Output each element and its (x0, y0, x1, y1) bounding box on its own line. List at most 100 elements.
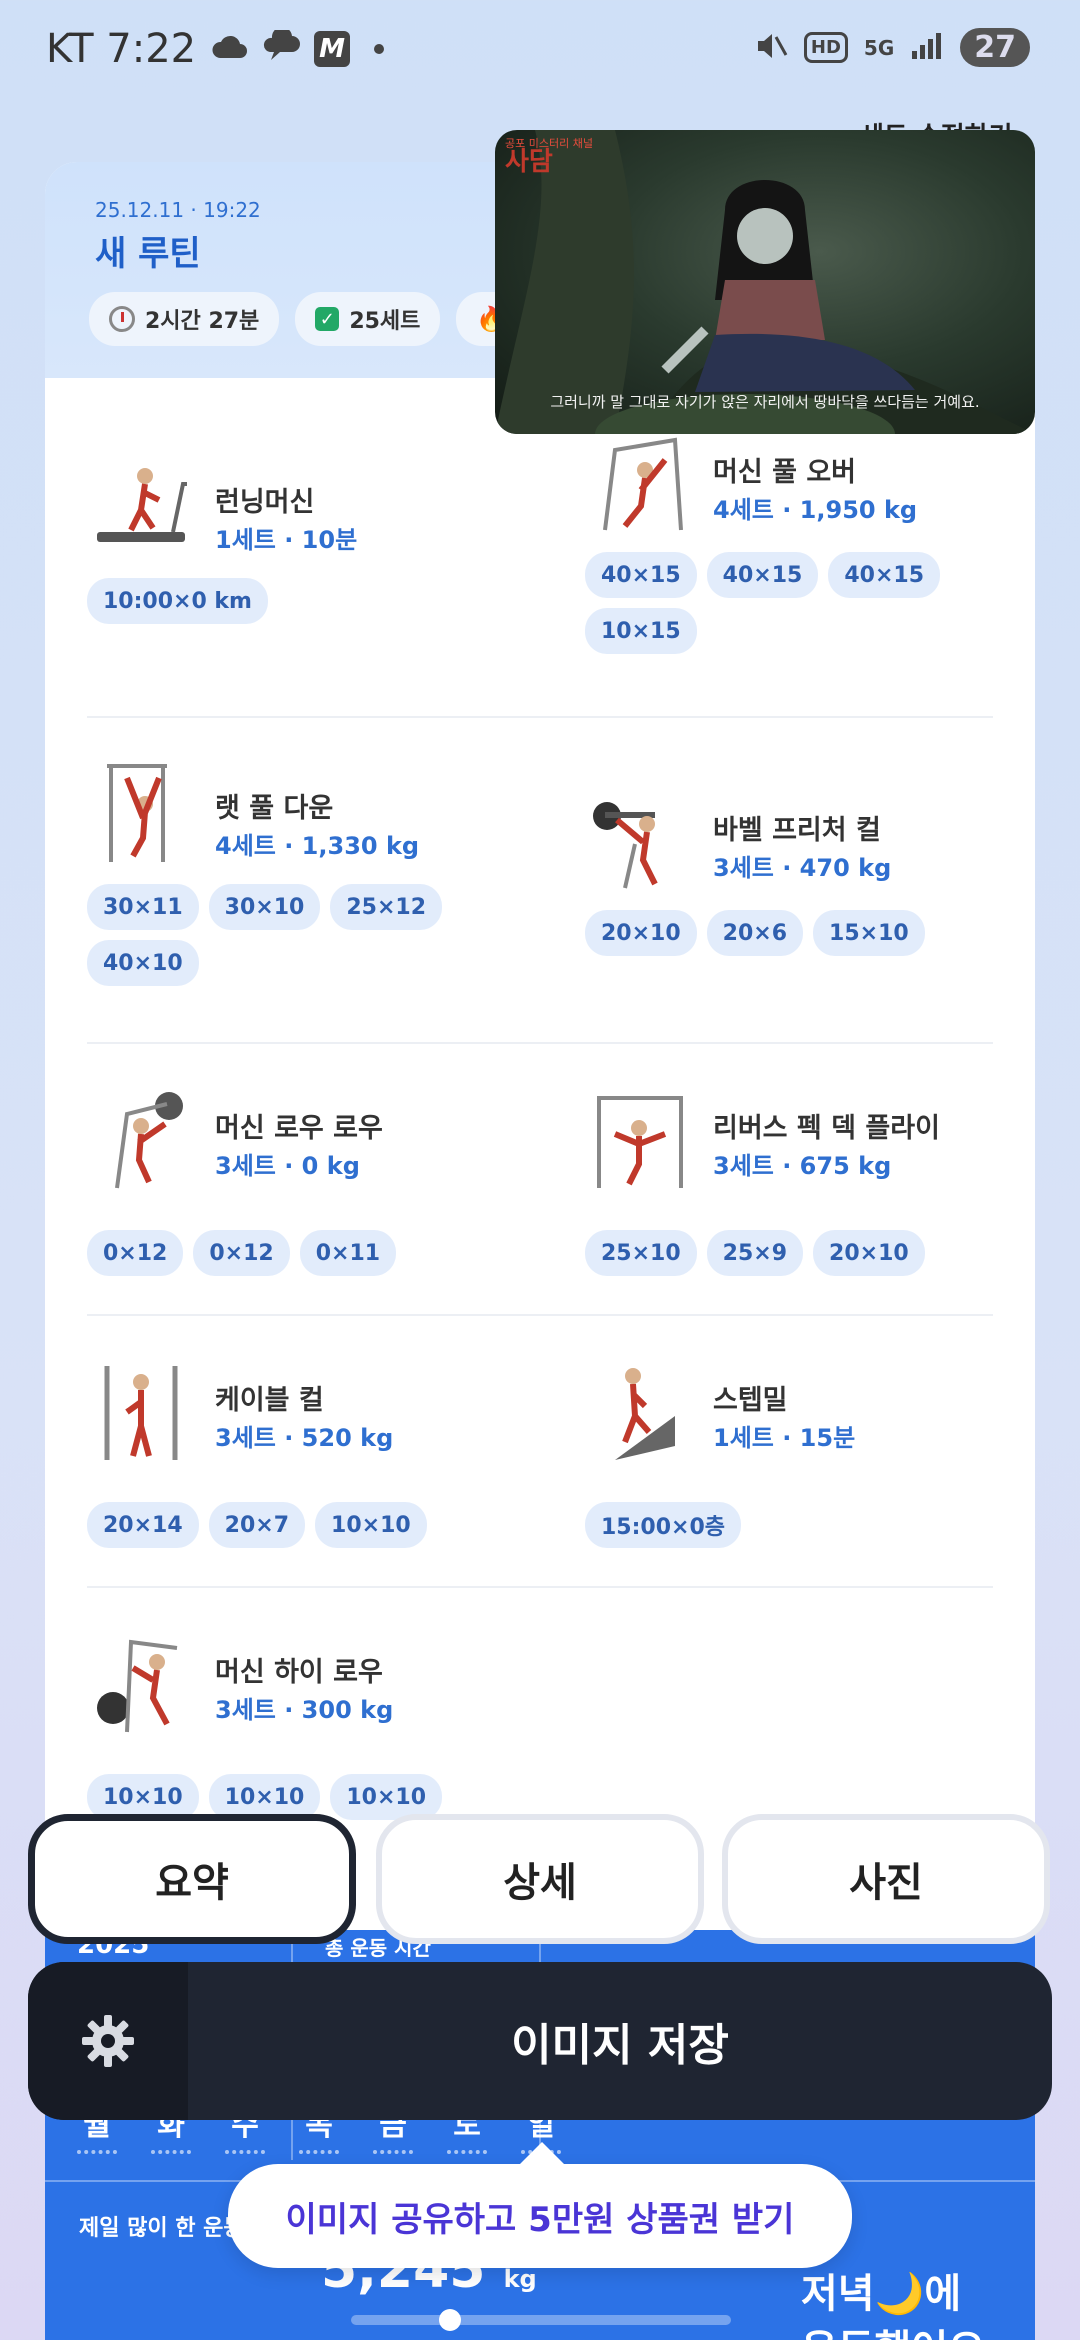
set-pill[interactable]: 40×15 (828, 552, 941, 598)
set-pill[interactable]: 30×11 (87, 884, 199, 930)
set-pill[interactable]: 30×10 (208, 884, 321, 930)
volume-slider-knob[interactable] (439, 2309, 461, 2331)
tab-summary[interactable]: 요약 (28, 1814, 356, 1944)
set-list: 40×15 40×15 40×15 10×15 (585, 552, 1025, 654)
exercise-name: 랫 풀 다운 (215, 793, 334, 824)
set-list: 15:00×0층 (585, 1502, 1025, 1548)
lat-pulldown-thumbnail (87, 758, 197, 868)
video-pip-player[interactable]: 공포 미스터리 채널 사담 그러니까 말 그대로 자기가 앉은 자리에서 땅바닥… (495, 130, 1035, 434)
set-pill[interactable]: 20×14 (87, 1502, 199, 1548)
cable-curl-thumbnail (87, 1356, 197, 1466)
set-pill[interactable]: 40×15 (706, 552, 819, 598)
evening-line3: 운동했어요 (801, 2322, 985, 2340)
machine-high-row-thumbnail (87, 1628, 197, 1738)
hd-icon: HD (803, 32, 848, 63)
routine-date: 25.12.11 · 19:22 (95, 198, 261, 222)
exercise-name: 케이블 컬 (215, 1385, 324, 1416)
set-pill[interactable]: 25×9 (706, 1230, 804, 1276)
sets-value: 25세트 (349, 309, 421, 334)
notification-dot-icon (374, 44, 385, 54)
stepmill-thumbnail (585, 1356, 695, 1466)
set-pill[interactable]: 20×7 (208, 1502, 306, 1548)
duration-chip: 2시간 27분 (89, 292, 280, 346)
set-list: 10:00×0 km (87, 578, 527, 624)
set-pill[interactable]: 10×10 (315, 1502, 427, 1548)
share-promo-banner[interactable]: 이미지 공유하고 5만원 상품권 받기 (228, 2142, 852, 2268)
machine-row-thumbnail (87, 1084, 197, 1194)
set-pill[interactable]: 15×10 (813, 910, 925, 956)
set-pill[interactable]: 15:00×0층 (585, 1502, 742, 1548)
set-pill[interactable]: 10×15 (585, 608, 697, 654)
exercise-meta: 3세트 · 470 kg (713, 854, 892, 882)
status-left: KT 7:22 M (46, 26, 385, 72)
exercise-name: 바벨 프리처 컬 (713, 815, 881, 846)
set-list: 30×11 30×10 25×12 40×10 (87, 884, 527, 986)
channel-logo: 공포 미스터리 채널 사담 (505, 138, 593, 175)
exercise-meta: 3세트 · 520 kg (215, 1424, 394, 1452)
exercise-name: 런닝머신 (215, 487, 315, 518)
gear-icon (82, 2015, 134, 2067)
total-volume-unit: kg (503, 2265, 537, 2293)
exercise-meta: 3세트 · 0 kg (215, 1152, 360, 1180)
exercise-name: 머신 풀 오버 (713, 457, 856, 488)
network-5g-icon: 5G (863, 35, 895, 60)
row-divider (87, 1314, 993, 1316)
save-bar: 이미지 저장 (28, 1962, 1052, 2120)
check-icon: ✓ (315, 307, 340, 331)
set-pill[interactable]: 0×12 (193, 1230, 290, 1276)
evening-suffix: 에 (924, 2271, 962, 2317)
routine-title: 새 루틴 (95, 234, 201, 274)
tab-detail[interactable]: 상세 (376, 1814, 704, 1944)
set-pill[interactable]: 0×11 (299, 1230, 397, 1276)
mute-icon (754, 29, 788, 67)
duration-value: 2시간 27분 (145, 309, 260, 334)
routine-stats: 2시간 27분 ✓ 25세트 🔥 (89, 292, 527, 346)
evening-word: 저녁 (801, 2271, 875, 2317)
set-pill[interactable]: 25×12 (330, 884, 443, 930)
exercise-meta: 3세트 · 675 kg (713, 1152, 892, 1180)
set-pill[interactable]: 10:00×0 km (87, 578, 268, 624)
tab-photo[interactable]: 사진 (722, 1814, 1050, 1944)
set-pill[interactable]: 40×10 (87, 940, 199, 986)
exercise-name: 머신 로우 로우 (215, 1113, 383, 1144)
set-list: 20×10 20×6 15×10 (585, 910, 1025, 956)
exercise-meta: 1세트 · 10분 (215, 526, 358, 554)
exercise-meta: 4세트 · 1,950 kg (713, 496, 918, 524)
set-pill[interactable]: 20×6 (706, 910, 804, 956)
exercise-name: 스텝밀 (713, 1385, 788, 1416)
settings-button[interactable] (28, 1962, 188, 2120)
reverse-pec-deck-thumbnail (585, 1084, 695, 1194)
treadmill-thumbnail (87, 454, 197, 564)
status-right: HD 5G 27 (754, 28, 1030, 67)
exercise-meta: 4세트 · 1,330 kg (215, 832, 420, 860)
exercise-name: 리버스 펙 덱 플라이 (713, 1113, 940, 1144)
set-list: 20×14 20×7 10×10 (87, 1502, 527, 1548)
set-pill[interactable]: 20×10 (585, 910, 697, 956)
row-divider (87, 716, 993, 718)
save-image-button[interactable]: 이미지 저장 (188, 1962, 1052, 2120)
set-list: 25×10 25×9 20×10 (585, 1230, 1025, 1276)
exercise-meta: 3세트 · 300 kg (215, 1696, 394, 1724)
cloud-icon (210, 26, 248, 72)
carrier-time: KT 7:22 (46, 26, 197, 72)
moon-icon: 🌙 (874, 2271, 925, 2317)
volume-slider[interactable] (351, 2309, 731, 2331)
set-pill[interactable]: 20×10 (813, 1230, 925, 1276)
set-pill[interactable]: 40×15 (585, 552, 697, 598)
exercise-meta: 1세트 · 15분 (713, 1424, 856, 1452)
chat-cloud-icon (262, 26, 301, 72)
set-list: 0×12 0×12 0×11 (87, 1230, 527, 1276)
row-divider (87, 1586, 993, 1588)
machine-pullover-thumbnail (585, 430, 695, 540)
exercise-name: 머신 하이 로우 (215, 1657, 383, 1688)
set-pill[interactable]: 25×10 (585, 1230, 697, 1276)
signal-icon (910, 31, 944, 65)
battery-indicator: 27 (960, 28, 1030, 67)
clock-icon (109, 306, 135, 332)
status-bar: KT 7:22 M HD 5G 27 (0, 0, 1080, 100)
video-frame (495, 130, 1035, 434)
set-pill[interactable]: 0×12 (87, 1230, 184, 1276)
video-caption: 그러니까 말 그대로 자기가 앉은 자리에서 땅바닥을 쓰다듬는 거예요. (550, 393, 980, 411)
row-divider (87, 1042, 993, 1044)
evening-line2: 저녁🌙에 (801, 2266, 985, 2322)
